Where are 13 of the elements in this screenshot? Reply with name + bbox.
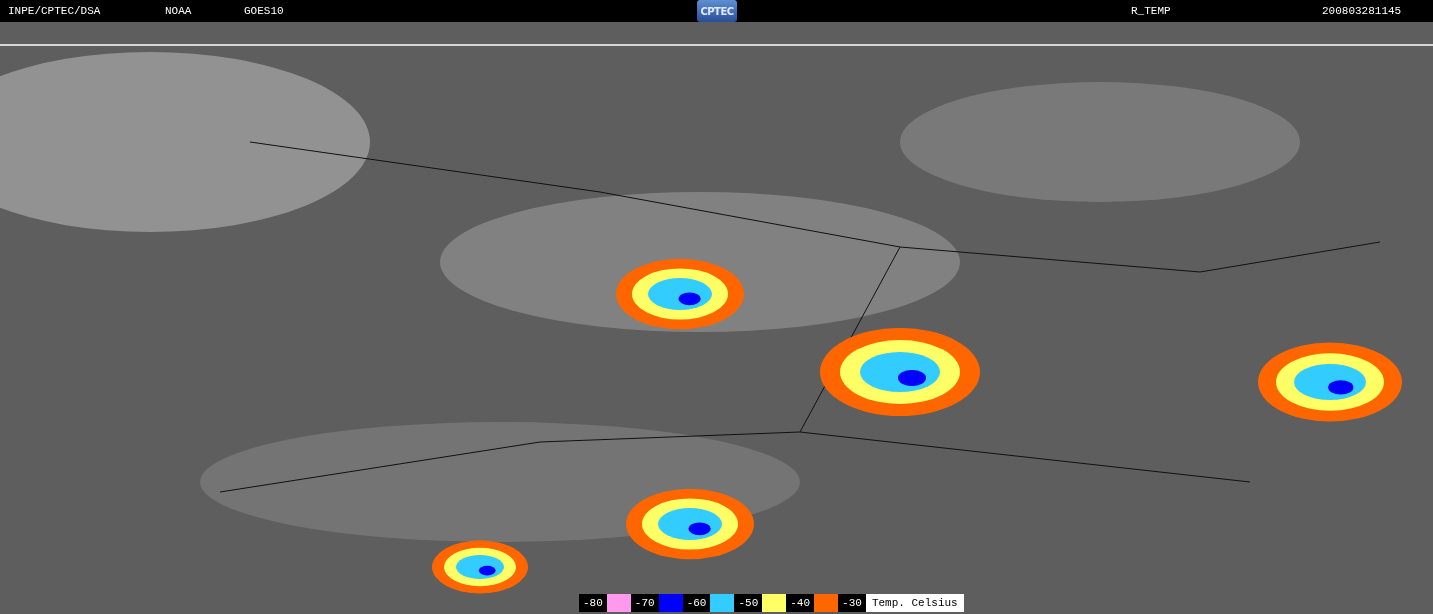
source-label: INPE/CPTEC/DSA: [8, 5, 102, 17]
legend-unit: Temp. Celsius: [870, 596, 959, 611]
legend-label: -50: [734, 594, 763, 612]
timestamp: 200803281145: [1322, 5, 1403, 17]
legend-label: -60: [682, 594, 711, 612]
legend-label: -80: [579, 594, 607, 612]
logo: CPTEC: [697, 0, 737, 22]
legend-label: -30: [838, 594, 866, 612]
legend-label: -70: [630, 594, 659, 612]
product-label: R_TEMP: [1131, 5, 1172, 17]
satellite-label: GOES10: [244, 5, 285, 17]
legend-label: -40: [786, 594, 815, 612]
agency-label: NOAA: [165, 5, 193, 17]
